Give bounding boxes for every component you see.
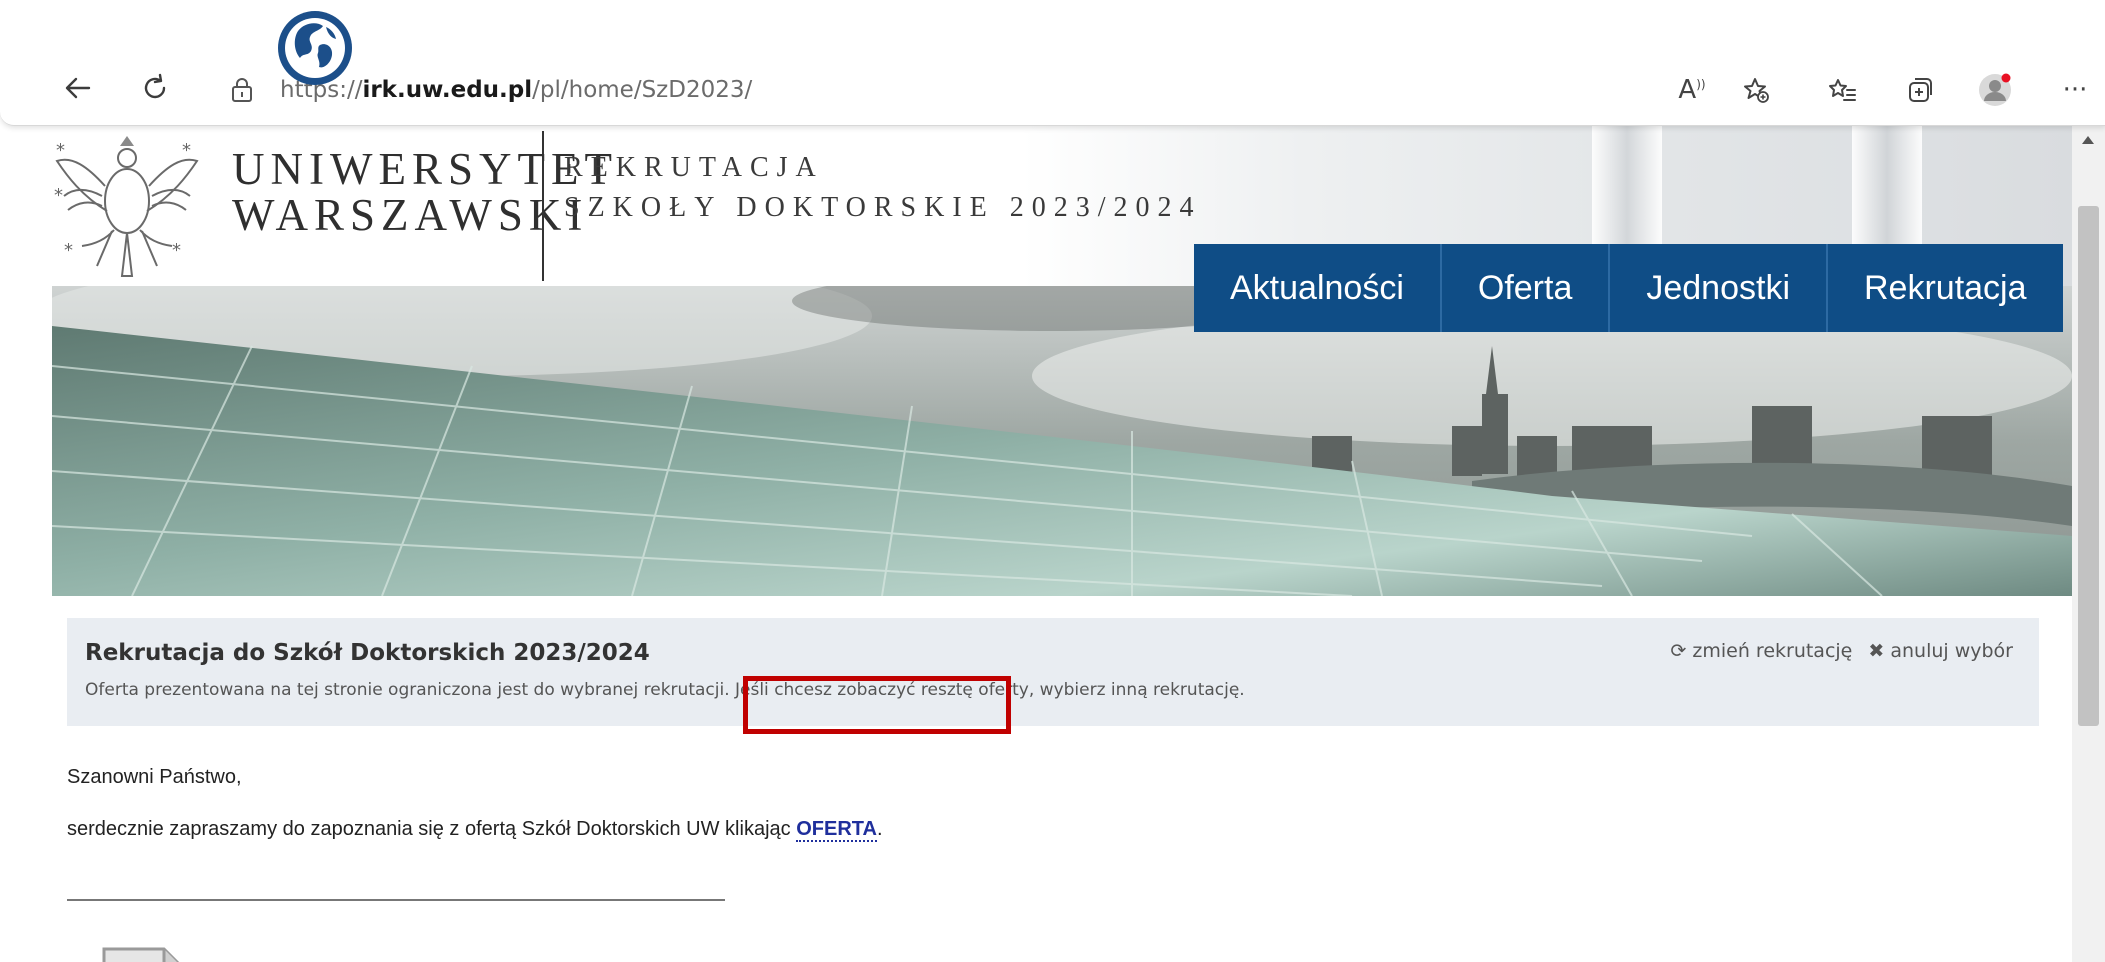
- recruitment-title-line-2: SZKOŁY DOKTORSKIE 2023/2024: [564, 192, 1202, 223]
- main-navigation: Aktualności Oferta Jednostki Rekrutacja: [1194, 244, 2063, 332]
- svg-text:*: *: [182, 140, 191, 161]
- svg-text:*: *: [56, 140, 65, 161]
- svg-text:*: *: [54, 185, 63, 206]
- arrow-left-icon: [65, 77, 91, 99]
- svg-text:*: *: [64, 240, 73, 261]
- address-bar[interactable]: https://irk.uw.edu.pl/pl/home/SzD2023/: [200, 65, 1785, 115]
- nav-item-aktualnosci[interactable]: Aktualności: [1194, 244, 1440, 332]
- change-recruitment-link[interactable]: ⟳ zmień rekrutację: [1670, 640, 1852, 662]
- nav-item-jednostki[interactable]: Jednostki: [1608, 244, 1826, 332]
- info-description: Oferta prezentowana na tej stronie ogran…: [85, 680, 1245, 700]
- nav-item-rekrutacja[interactable]: Rekrutacja: [1826, 244, 2063, 332]
- scrollbar-thumb[interactable]: [2078, 206, 2099, 726]
- nav-item-oferta[interactable]: Oferta: [1439, 244, 1608, 332]
- invitation-paragraph: serdecznie zapraszamy do zapoznania się …: [67, 818, 883, 842]
- avatar-icon: [1979, 73, 2011, 106]
- back-button[interactable]: [58, 68, 98, 108]
- header-divider: [542, 131, 544, 281]
- read-aloud-button[interactable]: A)): [1672, 70, 1712, 110]
- cancel-selection-link[interactable]: ✖ anuluj wybór: [1868, 640, 2013, 662]
- page-scrollbar[interactable]: [2072, 126, 2105, 962]
- invitation-text: serdecznie zapraszamy do zapoznania się …: [67, 818, 797, 840]
- recruitment-title-line-1: REKRUTACJA: [564, 152, 824, 183]
- more-button[interactable]: ···: [2055, 70, 2095, 110]
- cancel-selection-label: anuluj wybór: [1890, 640, 2013, 662]
- university-eagle-logo[interactable]: * * * * *: [52, 126, 202, 284]
- oferta-link[interactable]: OFERTA: [796, 818, 877, 842]
- globe-icon: [278, 11, 352, 85]
- collections-button[interactable]: [1900, 70, 1940, 110]
- close-icon: ✖: [1868, 640, 1885, 662]
- refresh-icon: [144, 73, 166, 99]
- favorites-list-icon: [1829, 79, 1856, 101]
- recruitment-title[interactable]: REKRUTACJA SZKOŁY DOKTORSKIE 2023/2024: [564, 148, 1202, 228]
- favorites-button[interactable]: [1822, 70, 1862, 110]
- profile-button[interactable]: [1975, 70, 2015, 110]
- svg-text:*: *: [172, 240, 181, 261]
- header-banner-image: [52, 286, 2072, 596]
- horizontal-rule: [67, 899, 725, 901]
- ellipsis-icon: ···: [2062, 75, 2088, 105]
- star-add-icon: [1744, 78, 1769, 103]
- refresh-icon: ⟳: [1670, 640, 1687, 662]
- info-title: Rekrutacja do Szkół Doktorskich 2023/202…: [85, 640, 650, 666]
- collections-icon: [1909, 78, 1932, 102]
- read-aloud-icon: A)): [1678, 75, 1706, 105]
- document-icon[interactable]: [94, 941, 214, 962]
- web-page: * * * * * UNIWERSYTET WARSZAWSKI REKRUTA…: [52, 126, 2072, 962]
- university-name[interactable]: UNIWERSYTET WARSZAWSKI: [232, 146, 618, 238]
- university-name-line-1: UNIWERSYTET: [232, 144, 618, 194]
- favorite-button[interactable]: [1735, 70, 1775, 110]
- info-icon[interactable]: [230, 77, 254, 103]
- refresh-button[interactable]: [135, 68, 175, 108]
- change-recruitment-label: zmień rekrutację: [1692, 640, 1853, 662]
- invitation-suffix: .: [876, 818, 883, 840]
- university-name-line-2: WARSZAWSKI: [232, 190, 589, 240]
- recruitment-info-box: Rekrutacja do Szkół Doktorskich 2023/202…: [67, 618, 2039, 726]
- info-actions: ⟳ zmień rekrutację ✖ anuluj wybór: [1670, 640, 2013, 662]
- scroll-up-arrow-icon[interactable]: [2082, 136, 2094, 144]
- highlight-annotation-box: [743, 676, 1011, 734]
- greeting-text: Szanowni Państwo,: [67, 766, 242, 788]
